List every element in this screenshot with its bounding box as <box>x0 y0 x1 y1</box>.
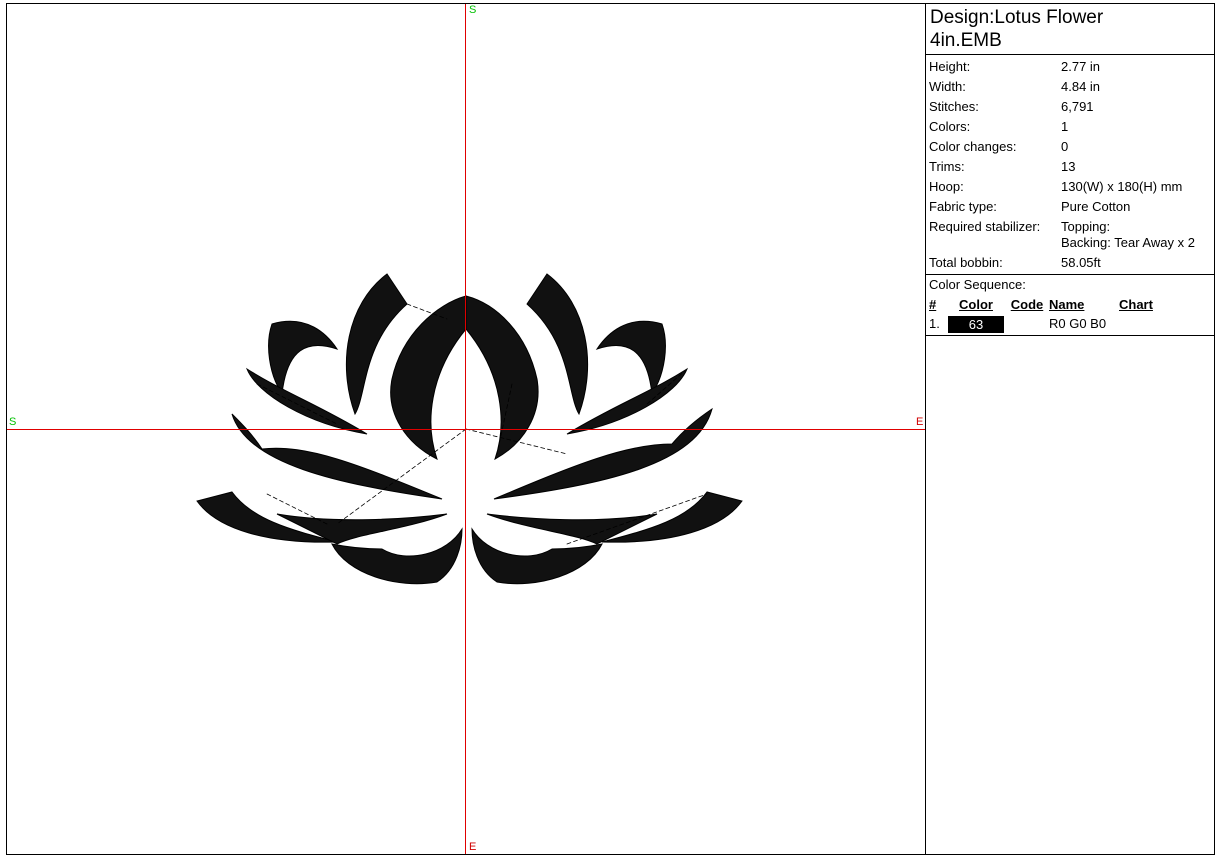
property-value: 13 <box>1061 159 1076 174</box>
stabilizer-topping: Topping: <box>1061 219 1111 234</box>
row-name: R0 G0 B0 <box>1049 316 1107 331</box>
property-height: Height: 2.77 in <box>926 57 1214 77</box>
right-end-marker: E <box>916 416 924 428</box>
property-value: 1 <box>1061 119 1069 134</box>
property-label: Required stabilizer: <box>929 219 1041 234</box>
property-label: Color changes: <box>929 139 1017 154</box>
property-value: 58.05ft <box>1061 255 1101 270</box>
property-value: Pure Cotton <box>1061 199 1131 214</box>
design-title: Design:Lotus Flower 4in.EMB <box>926 4 1214 55</box>
row-color: 63 <box>947 314 1005 334</box>
property-hoop: Hoop: 130(W) x 180(H) mm <box>926 177 1214 197</box>
top-start-marker: S <box>469 4 477 16</box>
property-value: 6,791 <box>1061 99 1094 114</box>
property-label: Height: <box>929 59 971 74</box>
color-sequence-section: Color Sequence: # Color Code Name Chart … <box>926 275 1214 337</box>
property-value: 4.84 in <box>1061 79 1101 94</box>
color-sequence-header: # Color Code Name Chart <box>926 295 1214 314</box>
header-chart: Chart <box>1119 297 1153 312</box>
property-value: 130(W) x 180(H) mm <box>1061 179 1183 194</box>
row-number: 1. <box>929 316 940 331</box>
property-color-changes: Color changes: 0 <box>926 137 1214 157</box>
property-colors: Colors: 1 <box>926 117 1214 137</box>
design-title-line2: 4in.EMB <box>930 30 1002 51</box>
color-sequence-title: Color Sequence: <box>929 277 1026 292</box>
bottom-end-marker: E <box>469 841 477 853</box>
property-width: Width: 4.84 in <box>926 77 1214 97</box>
row-chart <box>1119 314 1189 333</box>
header-code: Code <box>1010 297 1044 312</box>
header-number: # <box>929 297 937 312</box>
property-label: Width: <box>929 79 966 94</box>
design-info-panel: Design:Lotus Flower 4in.EMB Height: 2.77… <box>926 3 1215 855</box>
property-value: 0 <box>1061 139 1069 154</box>
header-color: Color <box>959 297 993 312</box>
property-fabric-type: Fabric type: Pure Cotton <box>926 197 1214 217</box>
property-label: Colors: <box>929 119 971 134</box>
design-title-line1: Design:Lotus Flower <box>930 7 1104 28</box>
row-code <box>1005 314 1049 333</box>
header-name: Name <box>1049 297 1085 312</box>
property-value: Topping: Backing: Tear Away x 2 <box>1061 219 1214 251</box>
property-label: Total bobbin: <box>929 255 1003 270</box>
property-label: Hoop: <box>929 179 964 194</box>
property-value: 2.77 in <box>1061 59 1101 74</box>
property-label: Trims: <box>929 159 965 174</box>
design-preview-canvas: S E S E <box>6 3 926 855</box>
left-start-marker: S <box>9 416 17 428</box>
property-stabilizer: Required stabilizer: Topping: Backing: T… <box>926 217 1214 253</box>
color-swatch: 63 <box>948 316 1004 334</box>
color-sequence-row: 1. 63 R0 G0 B0 <box>926 314 1214 334</box>
property-stitches: Stitches: 6,791 <box>926 97 1214 117</box>
property-label: Fabric type: <box>929 199 997 214</box>
property-total-bobbin: Total bobbin: 58.05ft <box>926 253 1214 273</box>
stabilizer-backing: Backing: Tear Away x 2 <box>1061 235 1195 250</box>
property-trims: Trims: 13 <box>926 157 1214 177</box>
design-properties: Height: 2.77 in Width: 4.84 in Stitches:… <box>926 55 1214 275</box>
horizontal-center-axis <box>7 429 925 430</box>
property-label: Stitches: <box>929 99 979 114</box>
